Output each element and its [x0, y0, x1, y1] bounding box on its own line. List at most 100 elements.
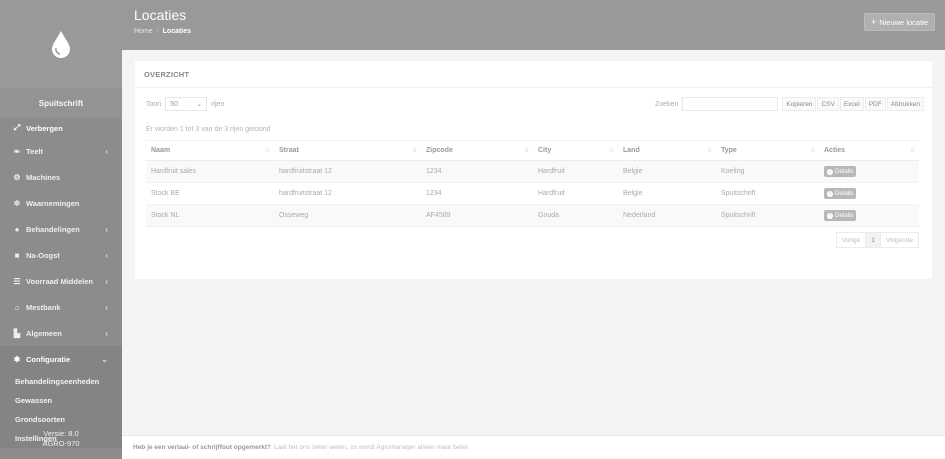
search-input[interactable]: [682, 97, 779, 111]
sidebar-item-mestbank[interactable]: ⌂ Mestbank ‹: [0, 294, 122, 320]
info-icon: i: [827, 168, 833, 175]
plus-icon: +: [870, 17, 877, 27]
submenu-item-gewassen[interactable]: Gewassen: [0, 391, 122, 410]
sidebar-item-label: Na-Oogst: [26, 250, 60, 260]
sidebar-item-voorraad-middelen[interactable]: ☰ Voorraad Middelen ‹: [0, 268, 122, 294]
sidebar-item-behandelingen[interactable]: ● Behandelingen ‹: [0, 216, 122, 242]
gear-icon: ✱: [13, 354, 21, 364]
chevron-left-icon: ‹: [105, 328, 108, 338]
chevron-left-icon: ‹: [105, 146, 108, 156]
sidebar-item-na-oogst[interactable]: ■ Na-Oogst ‹: [0, 242, 122, 268]
pagination-prev[interactable]: Vorige: [835, 232, 867, 248]
show-suffix: rijen: [211, 100, 225, 108]
main-content: Locaties Home / Locaties + Nieuwe locatie …: [122, 0, 945, 459]
sidebar-item-label: Mestbank: [26, 302, 61, 312]
column-header-type[interactable]: Type ⇅: [716, 140, 819, 161]
details-button[interactable]: i Details: [824, 188, 857, 199]
sidebar-item-label: Teelt: [26, 146, 43, 156]
details-button[interactable]: i Details: [824, 166, 857, 177]
sort-icon: ⇅: [264, 148, 270, 154]
show-prefix: Toon: [146, 100, 162, 108]
drop-icon: ●: [14, 224, 20, 234]
breadcrumb-current: Locaties: [162, 28, 192, 35]
info-icon: i: [827, 190, 833, 197]
footer: Heb je een vertaal- of schrijffout opgem…: [122, 435, 945, 459]
sidebar-item-label: Voorraad Middelen: [26, 276, 93, 286]
divider: [135, 87, 932, 88]
cell-naam: Stock NL: [146, 204, 274, 227]
locations-table: Naam ⇅ Straat ⇅ Zipcode ⇅ City ⇅ Land ⇅ Type ⇅…: [146, 140, 919, 227]
cell-city: Gouda: [533, 204, 618, 227]
sidebar-menu: ⤢ Verbergen ❧ Teelt ‹ ⚙ Machines ✲ Waarn…: [0, 118, 122, 372]
chevron-left-icon: ‹: [105, 224, 108, 234]
sidebar: Spuitschrift ⤢ Verbergen ❧ Teelt ‹ ⚙ Mac…: [0, 0, 122, 459]
page-length-select[interactable]: 50 ⌄: [165, 97, 208, 111]
chevron-left-icon: ‹: [105, 302, 108, 312]
overview-panel: OVERZICHT Toon 50 ⌄ rijen Zoeken Kopiere…: [135, 61, 932, 279]
table-info: Er worden 1 tot 3 van de 3 rijen getoond: [146, 126, 271, 133]
version-info: Versie: 8.0 AGRO-970: [0, 429, 122, 449]
chevron-down-icon: ⌄: [101, 354, 108, 364]
submenu-item-grondsoorten[interactable]: Grondsoorten: [0, 410, 122, 429]
sidebar-item-algemeen[interactable]: ▙ Algemeen ‹: [0, 320, 122, 346]
new-location-button[interactable]: + Nieuwe locatie: [863, 13, 935, 31]
leaf-icon: ❧: [13, 146, 21, 156]
bank-icon: ⌂: [14, 302, 20, 312]
panel-title: OVERZICHT: [144, 70, 190, 79]
table-header-row: Naam ⇅ Straat ⇅ Zipcode ⇅ City ⇅ Land ⇅ Type ⇅…: [146, 140, 919, 161]
sidebar-item-label: Configuratie: [26, 354, 71, 364]
cell-straat: Osseweg: [274, 204, 421, 227]
sidebar-item-waarnemingen[interactable]: ✲ Waarnemingen: [0, 190, 122, 216]
cell-city: Hardfruit: [533, 182, 618, 205]
cell-straat: hardfruitstraat 12: [274, 160, 421, 183]
footer-text: Laat het ons zeker weten, zo wordt Agrom…: [273, 444, 470, 451]
brand-name: Spuitschrift: [0, 88, 122, 118]
table-row: Stock BE hardfruitstraat 12 1234 Hardfru…: [146, 182, 919, 205]
column-header-naam[interactable]: Naam ⇅: [146, 140, 274, 161]
table-row: Stock NL Osseweg AF4589 Gouda Nederland …: [146, 204, 919, 227]
breadcrumb-home[interactable]: Home: [134, 28, 153, 35]
column-header-city[interactable]: City ⇅: [533, 140, 618, 161]
search-label: Zoeken: [655, 100, 679, 108]
cell-land: Nederland: [618, 204, 716, 227]
pagination-next[interactable]: Volgende: [879, 232, 919, 248]
version-code: AGRO-970: [42, 439, 80, 448]
excel-button[interactable]: Excel: [839, 97, 864, 111]
pdf-button[interactable]: PDF: [864, 97, 886, 111]
page-length-control: Toon 50 ⌄ rijen: [146, 97, 224, 111]
sidebar-item-configuratie[interactable]: ✱ Configuratie ⌄: [0, 346, 122, 372]
details-button[interactable]: i Details: [824, 210, 857, 221]
sort-icon: ⇅: [706, 148, 712, 154]
sidebar-item-label: Waarnemingen: [26, 198, 80, 208]
column-header-zipcode[interactable]: Zipcode ⇅: [421, 140, 533, 161]
export-buttons: Kopieren CSV Excel PDF Afdrukken: [781, 97, 924, 111]
cell-type: Koeling: [716, 160, 819, 183]
sidebar-item-machines[interactable]: ⚙ Machines: [0, 164, 122, 190]
info-icon: i: [827, 212, 833, 219]
column-header-land[interactable]: Land ⇅: [618, 140, 716, 161]
sidebar-item-teelt[interactable]: ❧ Teelt ‹: [0, 138, 122, 164]
print-button[interactable]: Afdrukken: [886, 97, 924, 111]
breadcrumb-separator: /: [156, 28, 159, 35]
cell-type: Spuitschrift: [716, 182, 819, 205]
pagination-page[interactable]: 1: [865, 232, 881, 248]
column-header-acties: Acties ⇅: [819, 140, 919, 161]
cell-land: Belgie: [618, 182, 716, 205]
submenu-item-behandelingseenheden[interactable]: Behandelingseenheden: [0, 372, 122, 391]
column-header-straat[interactable]: Straat ⇅: [274, 140, 421, 161]
cell-straat: hardfruitstraat 12: [274, 182, 421, 205]
page-title: Locaties: [134, 7, 187, 23]
bug-icon: ✲: [13, 198, 21, 208]
cell-zipcode: 1234: [421, 160, 533, 183]
csv-button[interactable]: CSV: [817, 97, 839, 111]
cell-zipcode: AF4589: [421, 204, 533, 227]
collapse-icon: ⤢: [13, 123, 21, 132]
sort-icon: ⇅: [809, 148, 815, 154]
copy-button[interactable]: Kopieren: [782, 97, 817, 111]
new-location-label: Nieuwe locatie: [879, 17, 928, 27]
cell-land: Belgie: [618, 160, 716, 183]
sidebar-item-verbergen[interactable]: ⤢ Verbergen: [0, 118, 122, 138]
sidebar-item-label: Verbergen: [26, 123, 63, 133]
breadcrumb: Home / Locaties: [134, 28, 191, 35]
sidebar-item-label: Algemeen: [26, 328, 62, 338]
